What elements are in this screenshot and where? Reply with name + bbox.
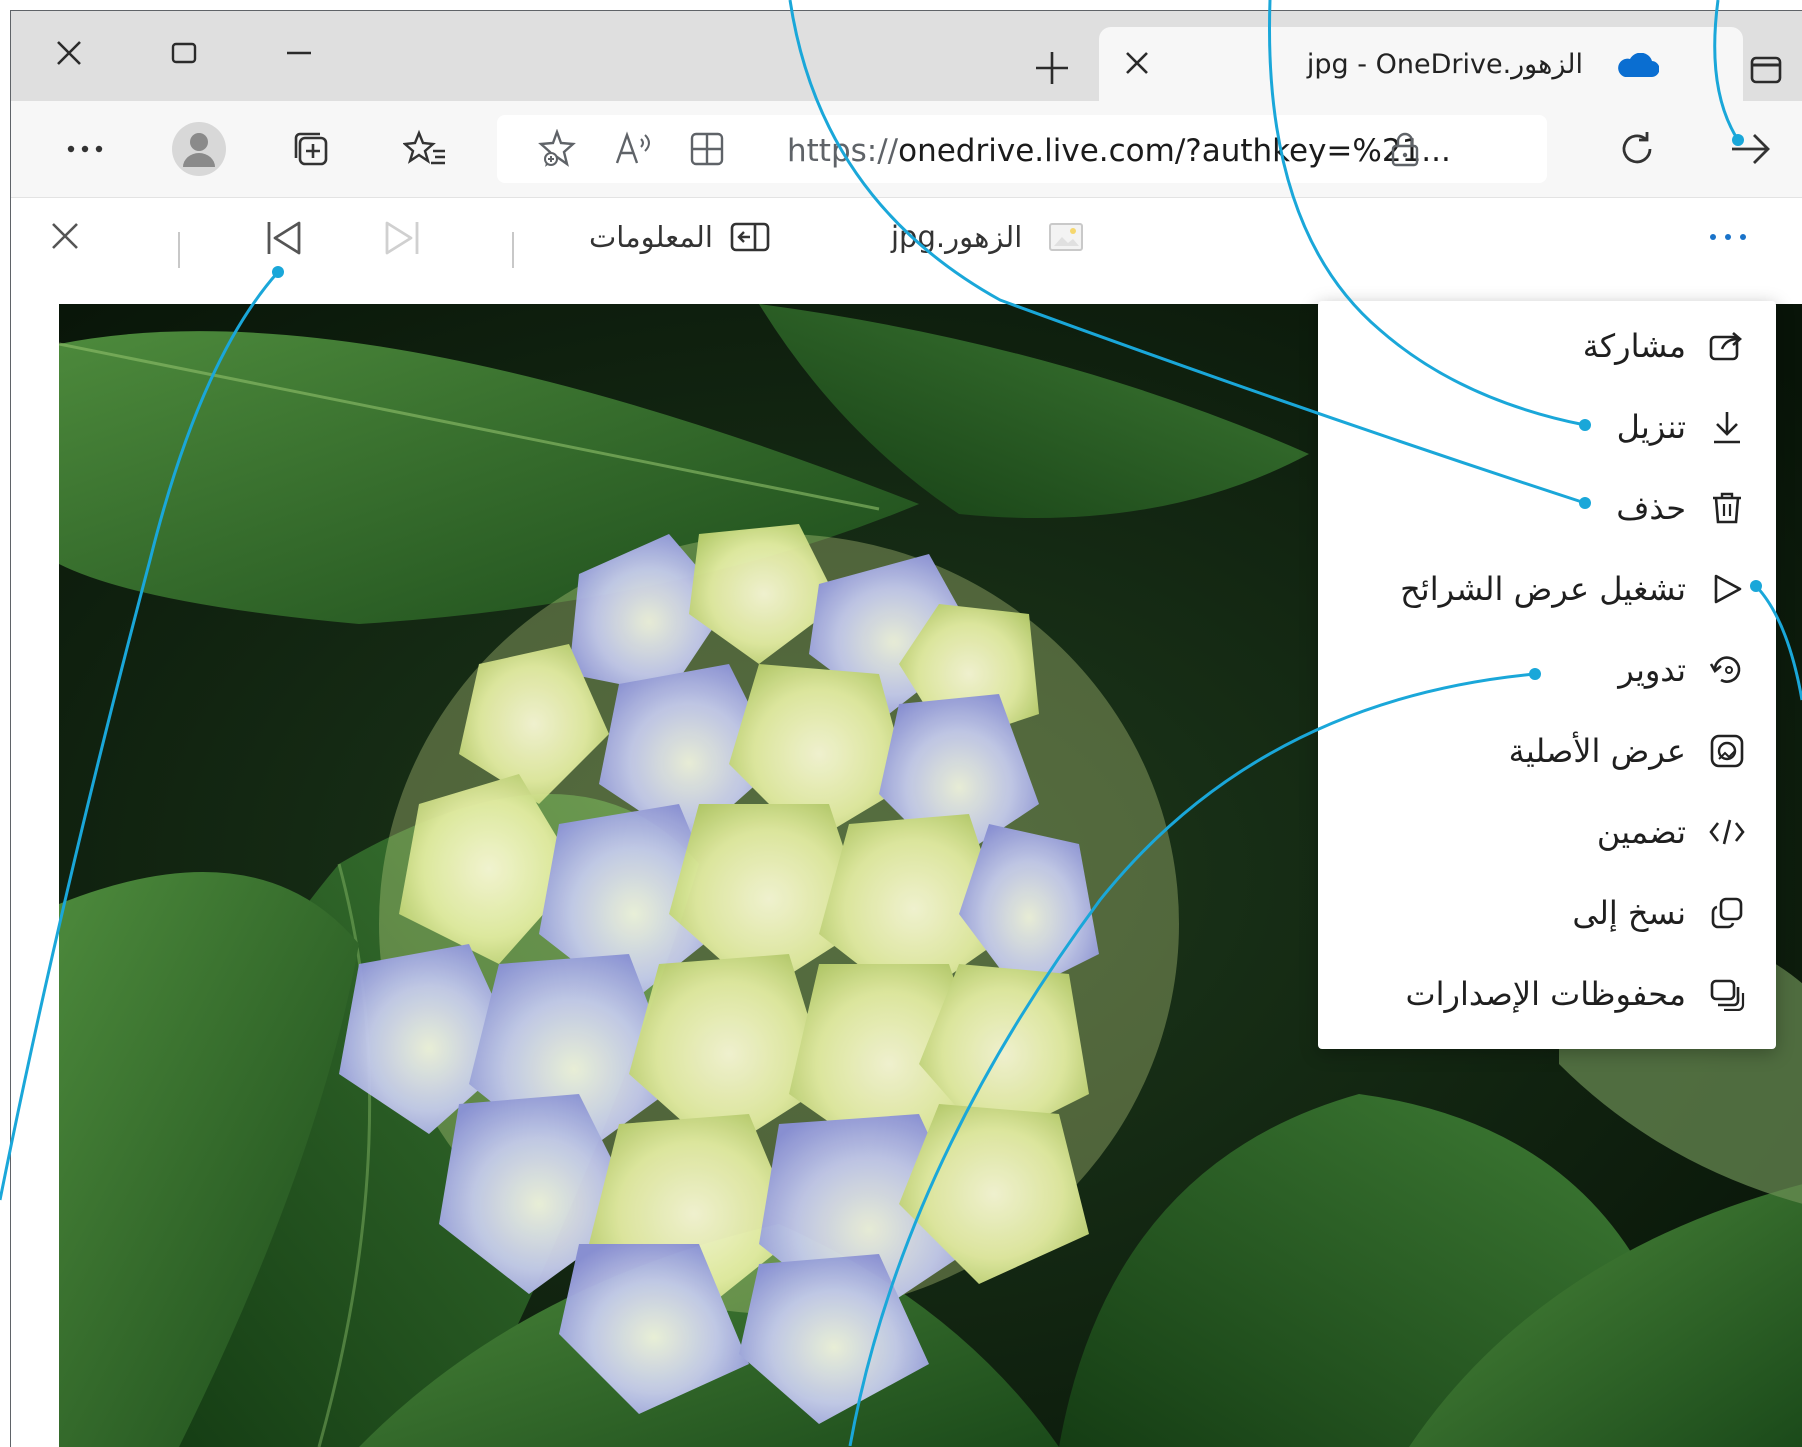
refresh-icon <box>1622 132 1652 164</box>
skip-previous-icon <box>267 221 301 255</box>
close-icon <box>57 41 81 65</box>
refresh-button[interactable] <box>1609 121 1665 177</box>
menu-item-version-history[interactable]: محفوظات الإصدارات <box>1406 959 1751 1029</box>
menu-item-embed[interactable]: تضمين <box>1597 797 1750 867</box>
avatar-icon <box>172 122 226 176</box>
share-icon <box>1704 323 1750 369</box>
divider <box>178 232 180 268</box>
info-label: المعلومات <box>589 220 713 254</box>
menu-item-share[interactable]: مشاركة <box>1583 311 1750 381</box>
divider <box>512 232 514 268</box>
menu-item-slideshow[interactable]: تشغيل عرض الشرائح <box>1400 554 1750 624</box>
menu-item-delete[interactable]: حذف <box>1616 473 1750 543</box>
download-icon <box>1704 404 1750 450</box>
play-icon <box>1704 566 1750 612</box>
original-image-icon <box>1704 728 1750 774</box>
skip-next-icon <box>385 221 419 255</box>
read-aloud-icon[interactable] <box>613 129 653 169</box>
file-name: الزهور.jpg <box>891 220 1023 254</box>
title-bar: الزهور.jpg - OneDrive <box>11 11 1802 101</box>
tab-actions-button[interactable] <box>1741 45 1791 95</box>
more-options-menu: مشاركة تنزيل حذف تشغيل عرض الشرائح تدوير <box>1318 301 1776 1049</box>
photo-viewer-toolbar: المعلومات الزهور.jpg <box>11 198 1802 294</box>
address-bar[interactable]: https://onedrive.live.com/?authkey=%21..… <box>497 115 1547 183</box>
tab-title: الزهور.jpg - OneDrive <box>1306 49 1583 80</box>
close-icon <box>52 223 78 249</box>
menu-item-rotate[interactable]: تدوير <box>1618 635 1750 705</box>
maximize-icon <box>171 42 197 64</box>
forward-button[interactable] <box>1723 121 1779 177</box>
profile-button[interactable] <box>171 121 227 177</box>
minimize-button[interactable] <box>269 25 329 81</box>
menu-item-copy-to[interactable]: نسخ إلى <box>1572 878 1750 948</box>
version-history-icon <box>1704 971 1750 1017</box>
browser-window: الزهور.jpg - OneDrive https://onedrive.l… <box>10 10 1802 1447</box>
settings-more-button[interactable] <box>57 121 113 177</box>
favorites-list-icon <box>403 129 445 165</box>
lock-icon[interactable] <box>1385 129 1425 169</box>
close-icon <box>1126 52 1148 74</box>
close-window-button[interactable] <box>39 25 99 81</box>
collections-icon <box>294 132 328 166</box>
menu-item-view-original[interactable]: عرض الأصلية <box>1509 716 1750 786</box>
tab-close-button[interactable] <box>1117 43 1157 83</box>
previous-image-button[interactable] <box>263 218 303 258</box>
info-button[interactable]: المعلومات <box>589 220 771 254</box>
new-tab-button[interactable] <box>1025 41 1079 95</box>
url-text[interactable]: https://onedrive.live.com/?authkey=%21..… <box>787 133 1451 169</box>
embed-code-icon <box>1704 809 1750 855</box>
browser-tab[interactable]: الزهور.jpg - OneDrive <box>1099 27 1743 101</box>
arrow-right-icon <box>1732 134 1770 164</box>
copy-icon <box>1704 890 1750 936</box>
add-favorite-icon[interactable] <box>537 129 577 169</box>
viewer-close-button[interactable] <box>49 220 81 252</box>
info-pane-icon <box>730 222 770 252</box>
rotate-icon <box>1704 647 1750 693</box>
trash-icon <box>1704 485 1750 531</box>
collections-button[interactable] <box>283 121 339 177</box>
next-image-button[interactable] <box>383 218 423 258</box>
file-name-display: الزهور.jpg <box>891 220 1084 254</box>
more-dots-icon <box>67 145 103 153</box>
image-file-icon <box>1049 223 1084 251</box>
onedrive-cloud-icon <box>1615 52 1660 83</box>
more-options-button[interactable] <box>1709 232 1747 242</box>
menu-item-download[interactable]: تنزيل <box>1617 392 1750 462</box>
browser-toolbar: https://onedrive.live.com/?authkey=%21..… <box>11 101 1802 198</box>
tab-actions-icon <box>1750 56 1782 84</box>
maximize-button[interactable] <box>154 25 214 81</box>
more-dots-icon <box>1710 234 1746 240</box>
minimize-icon <box>287 51 311 55</box>
plus-icon <box>1036 52 1068 84</box>
favorites-button[interactable] <box>397 121 453 177</box>
app-available-icon[interactable] <box>687 129 727 169</box>
